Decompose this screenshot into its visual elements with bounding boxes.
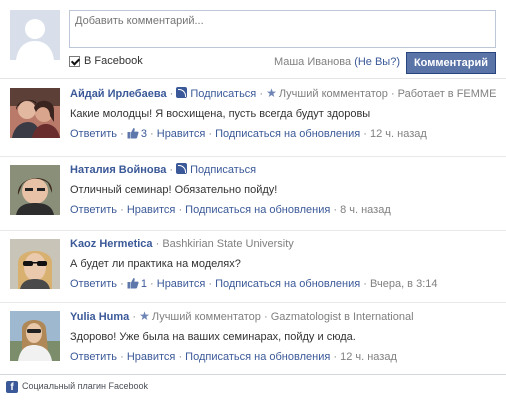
follow-updates-link[interactable]: Подписаться на обновления (215, 128, 360, 140)
comment-author-meta: · Работает в FEMME (387, 88, 497, 100)
rss-icon (176, 87, 188, 98)
top-commenter-badge: Лучший комментатор (151, 311, 261, 323)
not-you-link[interactable]: (Не Вы?) (354, 56, 400, 68)
reply-link[interactable]: Ответить (70, 204, 117, 216)
comment-header: Наталия Войнова · Подписаться (70, 163, 257, 176)
comment-timestamp[interactable]: 12 ч. назад (370, 128, 427, 140)
like-link[interactable]: Нравится (127, 204, 176, 216)
comment-header: Yulia Huma · ★ Лучший комментатор · Gazma… (70, 309, 414, 323)
current-user-avatar (10, 10, 60, 60)
follow-updates-link[interactable]: Подписаться на обновления (185, 204, 330, 216)
comment-item: Yulia Huma · ★ Лучший комментатор · Gazma… (0, 303, 506, 375)
avatar[interactable] (10, 165, 60, 215)
plugin-footer: f Социальный плагин Facebook (0, 378, 506, 410)
comment-item: Наталия Войнова · Подписаться Отличный с… (0, 157, 506, 231)
submit-comment-button[interactable]: Комментарий (406, 52, 496, 74)
star-icon: ★ (266, 86, 277, 100)
comment-author-link[interactable]: Айдай Ирлебаева (70, 88, 167, 100)
comment-author-link[interactable]: Наталия Войнова (70, 164, 166, 176)
thumbs-up-icon (127, 278, 139, 289)
subscribe-link[interactable]: Подписаться (190, 164, 256, 176)
comment-item: Айдай Ирлебаева · Подписаться · ★ Лучший … (0, 80, 506, 157)
comment-body: Yulia Huma · ★ Лучший комментатор · Gazma… (70, 309, 506, 364)
comment-timestamp[interactable]: Вчера, в 3:14 (370, 278, 437, 290)
avatar[interactable] (10, 311, 60, 361)
comment-body: Kaoz Hermetica · Bashkirian State Univer… (70, 237, 506, 291)
comment-actions: Ответить · 1 · Нравится · Подписаться на… (70, 278, 438, 290)
comment-item: Kaoz Hermetica · Bashkirian State Univer… (0, 231, 506, 303)
comment-author-meta: Bashkirian State University (162, 238, 294, 250)
like-count[interactable]: 1 (141, 278, 147, 290)
like-link[interactable]: Нравится (157, 128, 206, 140)
follow-updates-link[interactable]: Подписаться на обновления (215, 278, 360, 290)
comment-text: Какие молодцы! Я восхищена, пусть всегда… (70, 108, 371, 120)
comment-body: Айдай Ирлебаева · Подписаться · ★ Лучший … (70, 86, 506, 141)
reply-link[interactable]: Ответить (70, 278, 117, 290)
comment-author-meta: Gazmatologist в International (270, 311, 414, 323)
posting-as: Маша Иванова (Не Вы?) (274, 56, 400, 68)
comment-text: А будет ли практика на моделях? (70, 258, 241, 270)
post-to-facebook-checkbox[interactable] (69, 55, 80, 67)
comment-header: Kaoz Hermetica · Bashkirian State Univer… (70, 238, 294, 250)
star-icon: ★ (139, 309, 150, 323)
like-link[interactable]: Нравится (157, 278, 206, 290)
post-to-facebook-option[interactable]: В Facebook (69, 55, 143, 67)
like-link[interactable]: Нравится (127, 351, 176, 363)
comment-header: Айдай Ирлебаева · Подписаться · ★ Лучший … (70, 86, 497, 100)
comment-actions: Ответить · Нравится · Подписаться на обн… (70, 351, 397, 363)
comment-timestamp[interactable]: 8 ч. назад (340, 204, 391, 216)
like-count[interactable]: 3 (141, 128, 147, 140)
comment-actions: Ответить · 3 · Нравится · Подписаться на… (70, 128, 427, 140)
subscribe-link[interactable]: Подписаться (190, 88, 256, 100)
comment-actions: Ответить · Нравится · Подписаться на обн… (70, 204, 391, 216)
comment-input[interactable] (69, 10, 496, 48)
comment-text: Отличный семинар! Обязательно пойду! (70, 184, 278, 196)
comment-author-link[interactable]: Yulia Huma (70, 311, 129, 323)
comment-text: Здорово! Уже была на ваших семинарах, по… (70, 331, 356, 343)
follow-updates-link[interactable]: Подписаться на обновления (185, 351, 330, 363)
comment-composer: В Facebook Маша Иванова (Не Вы?) Коммент… (0, 0, 506, 79)
posting-as-name: Маша Иванова (273, 56, 352, 68)
comment-author-link[interactable]: Kaoz Hermetica (70, 238, 153, 250)
post-to-facebook-label: В Facebook (84, 55, 143, 67)
thumbs-up-icon (127, 128, 139, 139)
avatar[interactable] (10, 239, 60, 289)
comment-body: Наталия Войнова · Подписаться Отличный с… (70, 163, 506, 217)
comment-timestamp[interactable]: 12 ч. назад (340, 351, 397, 363)
reply-link[interactable]: Ответить (70, 128, 117, 140)
rss-icon (176, 163, 188, 174)
facebook-logo-icon[interactable]: f (6, 381, 18, 393)
top-commenter-badge: Лучший комментатор (278, 88, 388, 100)
reply-link[interactable]: Ответить (70, 351, 117, 363)
avatar[interactable] (10, 88, 60, 138)
social-plugin-label[interactable]: Социальный плагин Facebook (22, 381, 148, 391)
